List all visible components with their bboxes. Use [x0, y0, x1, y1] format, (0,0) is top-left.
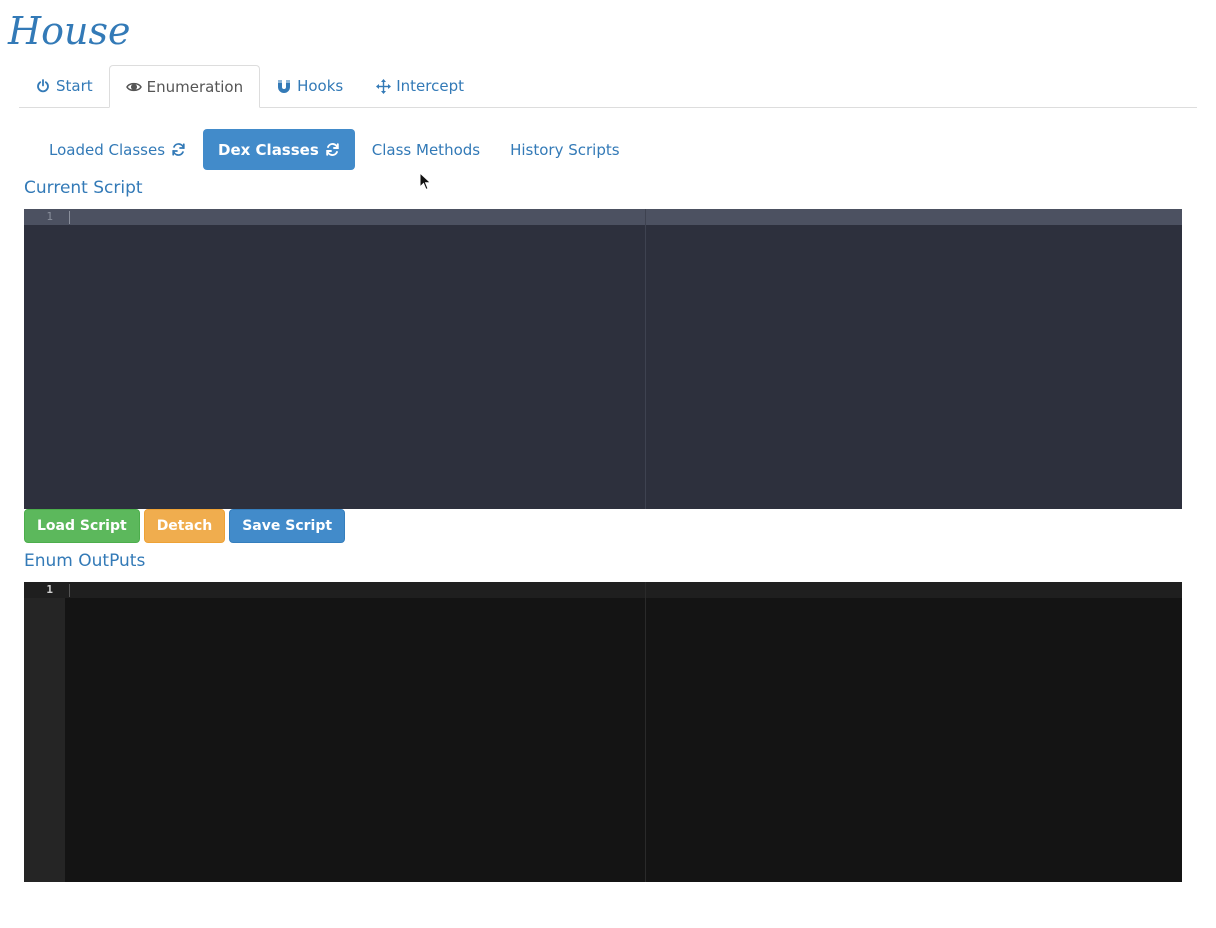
tab-start-label: Start — [56, 77, 93, 95]
refresh-icon — [171, 142, 186, 157]
load-script-button[interactable]: Load Script — [24, 509, 140, 543]
sub-tab-history-scripts[interactable]: History Scripts — [495, 129, 634, 170]
sub-tab-dex-classes-label: Dex Classes — [218, 140, 319, 159]
main-tab-bar: Start Enumeration Hooks Intercept — [19, 65, 1197, 108]
power-icon — [35, 78, 51, 94]
sub-tab-history-scripts-label: History Scripts — [510, 140, 620, 159]
save-script-button[interactable]: Save Script — [229, 509, 346, 543]
eye-icon — [125, 79, 142, 95]
sub-tab-loaded-classes-label: Loaded Classes — [49, 140, 166, 159]
refresh-icon — [325, 142, 340, 157]
tab-enumeration[interactable]: Enumeration — [108, 65, 261, 108]
tab-intercept-label: Intercept — [396, 77, 464, 95]
tab-hooks[interactable]: Hooks — [260, 65, 359, 107]
move-icon — [375, 78, 391, 94]
output-editor-line-number: 1 — [46, 583, 53, 596]
enum-outputs-heading: Enum OutPuts — [24, 551, 146, 571]
script-editor-active-line — [24, 209, 1182, 225]
output-editor-print-margin — [645, 582, 646, 882]
sub-tab-class-methods-label: Class Methods — [371, 140, 481, 159]
tab-enumeration-label: Enumeration — [146, 77, 244, 96]
current-script-heading: Current Script — [24, 178, 143, 198]
tab-hooks-label: Hooks — [297, 77, 344, 95]
script-editor-caret — [69, 211, 70, 224]
script-editor-gutter — [24, 209, 68, 509]
app-title: House — [8, 9, 131, 53]
magnet-icon — [276, 78, 292, 94]
enumeration-sub-tab-bar: Loaded Classes Dex Classes Class Methods… — [34, 129, 635, 170]
output-editor-gutter — [24, 582, 65, 882]
tab-intercept[interactable]: Intercept — [359, 65, 480, 107]
mouse-pointer-icon — [419, 172, 432, 191]
script-actions: Load Script Detach Save Script — [24, 509, 346, 543]
sub-tab-loaded-classes[interactable]: Loaded Classes — [34, 129, 201, 170]
output-editor-active-line — [24, 582, 1182, 598]
script-editor-print-margin — [645, 209, 646, 509]
script-editor-line-number: 1 — [46, 210, 53, 223]
enum-output-editor[interactable]: 1 — [24, 582, 1182, 882]
script-editor[interactable]: 1 — [24, 209, 1182, 509]
sub-tab-dex-classes[interactable]: Dex Classes — [203, 129, 355, 170]
tab-start[interactable]: Start — [19, 65, 109, 107]
sub-tab-class-methods[interactable]: Class Methods — [357, 129, 495, 170]
detach-button[interactable]: Detach — [143, 509, 226, 543]
output-editor-caret — [69, 584, 70, 597]
